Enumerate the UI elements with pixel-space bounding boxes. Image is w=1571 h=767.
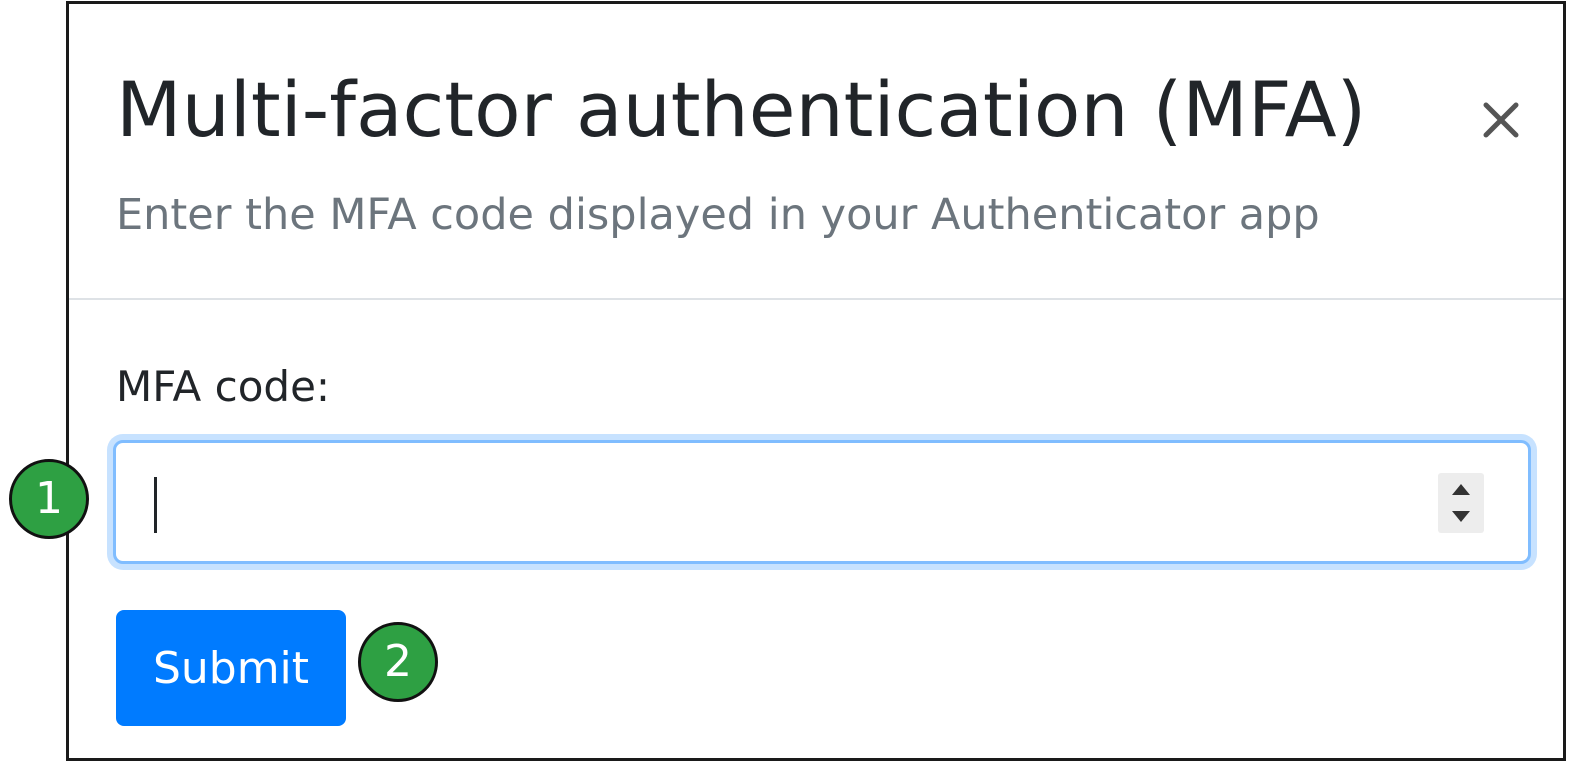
step-badge-2: 2 (358, 622, 438, 702)
modal-subtitle: Enter the MFA code displayed in your Aut… (116, 190, 1320, 240)
mfa-code-input[interactable] (146, 463, 1426, 541)
number-spinner[interactable] (1438, 473, 1484, 533)
mfa-code-label: MFA code: (116, 362, 331, 411)
mfa-code-field[interactable] (113, 440, 1531, 564)
step-badge-1: 1 (9, 459, 89, 539)
submit-button[interactable]: Submit (116, 610, 346, 726)
screenshot-canvas: Multi-factor authentication (MFA) Enter … (0, 0, 1571, 767)
text-caret (154, 477, 157, 533)
mfa-modal: Multi-factor authentication (MFA) Enter … (66, 1, 1566, 761)
close-icon (1469, 88, 1533, 152)
spin-down-icon[interactable] (1438, 503, 1484, 533)
spin-up-icon[interactable] (1438, 473, 1484, 503)
modal-header: Multi-factor authentication (MFA) Enter … (69, 4, 1563, 300)
close-button[interactable] (1469, 88, 1533, 152)
modal-title: Multi-factor authentication (MFA) (116, 65, 1367, 154)
